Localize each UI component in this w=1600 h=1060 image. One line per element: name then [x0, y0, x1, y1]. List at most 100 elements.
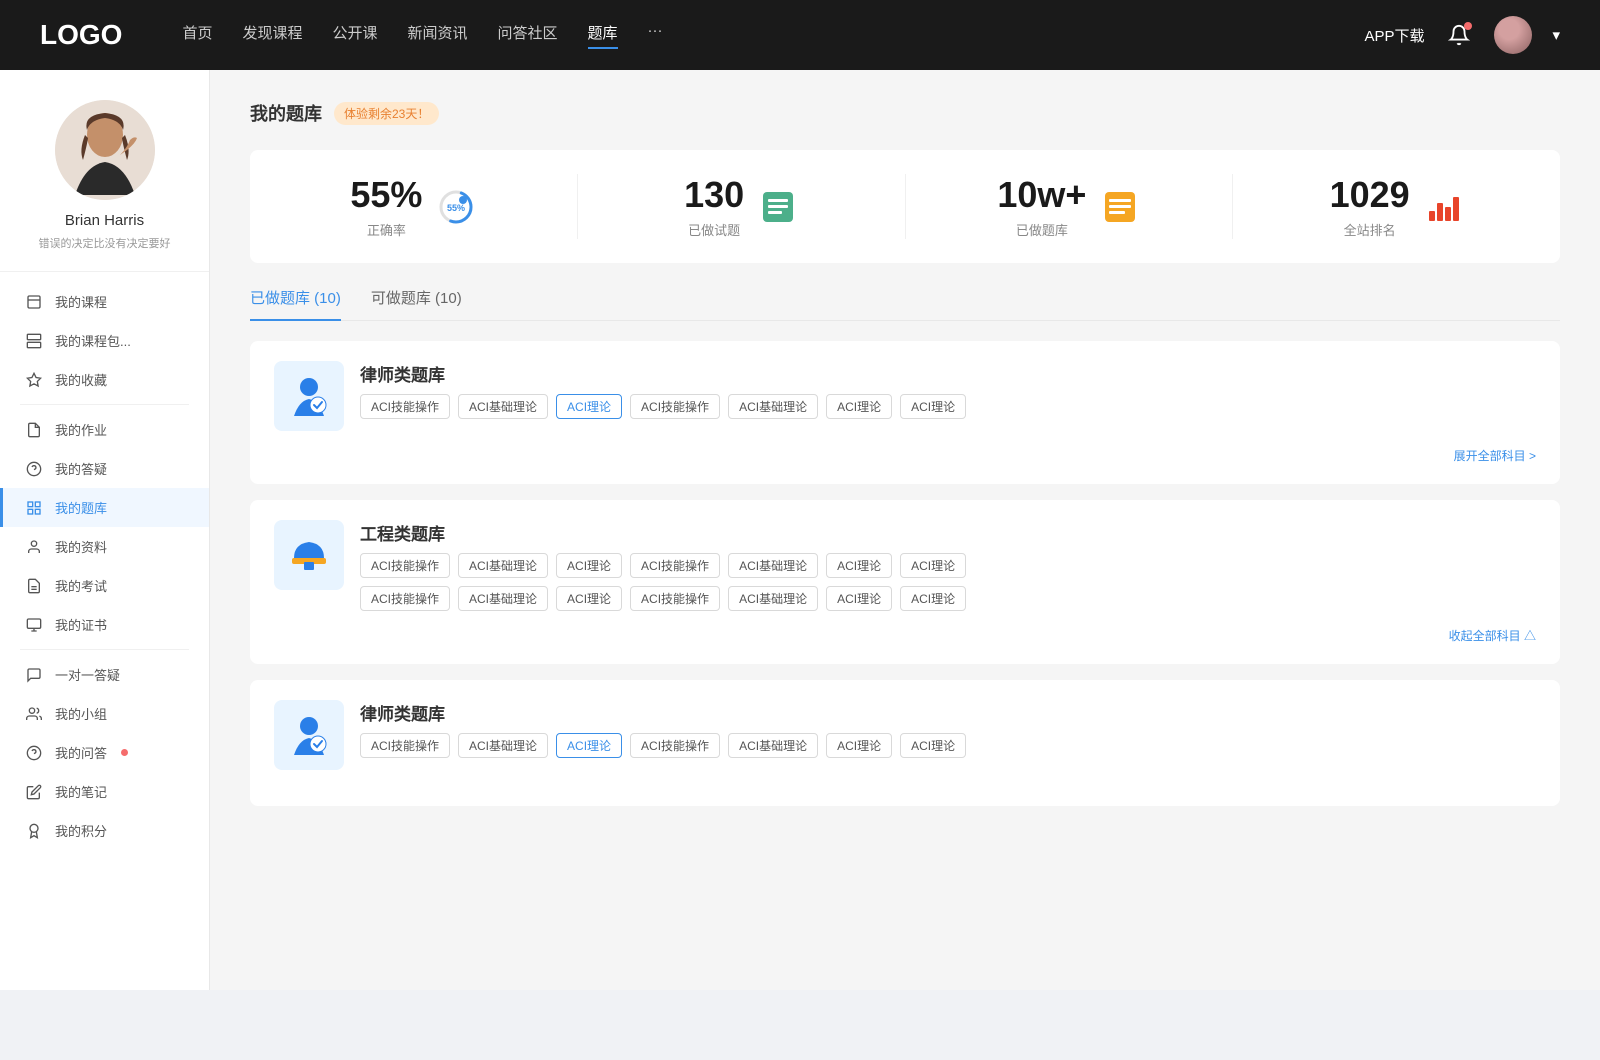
- sidebar-item-courses[interactable]: 我的课程: [0, 282, 209, 321]
- expand-btn-lawyer[interactable]: 展开全部科目 >: [274, 447, 1536, 464]
- sidebar-item-cert[interactable]: 我的证书: [0, 605, 209, 644]
- sidebar-item-favorites[interactable]: 我的收藏: [0, 360, 209, 399]
- main-content: 我的题库 体验剩余23天！ 55% 正确率 55%: [210, 70, 1600, 990]
- tag-lawyer-2[interactable]: ACI理论: [556, 394, 622, 419]
- tag-eng2-4[interactable]: ACI基础理论: [728, 586, 818, 611]
- nav-home[interactable]: 首页: [182, 22, 212, 49]
- qbank-header-engineer: 工程类题库 ACI技能操作 ACI基础理论 ACI理论 ACI技能操作 ACI基…: [274, 520, 1536, 611]
- tags-row-engineer-2: ACI技能操作 ACI基础理论 ACI理论 ACI技能操作 ACI基础理论 AC…: [360, 586, 1536, 611]
- tab-done[interactable]: 已做题库 (10): [250, 287, 341, 320]
- tag-lawyer-3[interactable]: ACI技能操作: [630, 394, 720, 419]
- qbank-title-lawyer: 律师类题库: [360, 361, 1536, 386]
- tag-lawyer2-2[interactable]: ACI理论: [556, 733, 622, 758]
- user-motto: 错误的决定比没有决定要好: [20, 235, 189, 251]
- sidebar-item-group[interactable]: 我的小组: [0, 694, 209, 733]
- stat-done-banks: 10w+ 已做题库: [906, 174, 1234, 239]
- sidebar-item-homework[interactable]: 我的作业: [0, 410, 209, 449]
- tag-eng2-5[interactable]: ACI理论: [826, 586, 892, 611]
- sidebar-item-exam[interactable]: 我的考试: [0, 566, 209, 605]
- nav-open-course[interactable]: 公开课: [332, 22, 377, 49]
- qbank-header-lawyer2: 律师类题库 ACI技能操作 ACI基础理论 ACI理论 ACI技能操作 ACI基…: [274, 700, 1536, 770]
- collapse-btn-engineer[interactable]: 收起全部科目 △: [274, 627, 1536, 644]
- qbank-icon-lawyer: [274, 361, 344, 431]
- stat-accuracy: 55% 正确率 55%: [250, 174, 578, 239]
- tag-lawyer2-4[interactable]: ACI基础理论: [728, 733, 818, 758]
- tag-lawyer2-3[interactable]: ACI技能操作: [630, 733, 720, 758]
- tag-lawyer-1[interactable]: ACI基础理论: [458, 394, 548, 419]
- qbank-item-engineer: 工程类题库 ACI技能操作 ACI基础理论 ACI理论 ACI技能操作 ACI基…: [250, 500, 1560, 664]
- qbank-header-lawyer: 律师类题库 ACI技能操作 ACI基础理论 ACI理论 ACI技能操作 ACI基…: [274, 361, 1536, 431]
- questions-icon: [758, 187, 798, 227]
- sidebar-item-qbank[interactable]: 我的题库: [0, 488, 209, 527]
- tag-eng-6[interactable]: ACI理论: [900, 553, 966, 578]
- accuracy-label: 正确率: [350, 220, 422, 239]
- tag-lawyer-6[interactable]: ACI理论: [900, 394, 966, 419]
- tag-eng2-3[interactable]: ACI技能操作: [630, 586, 720, 611]
- doc-icon: [25, 421, 43, 439]
- tag-lawyer-0[interactable]: ACI技能操作: [360, 394, 450, 419]
- tag-eng-3[interactable]: ACI技能操作: [630, 553, 720, 578]
- tag-eng2-0[interactable]: ACI技能操作: [360, 586, 450, 611]
- star-icon: [25, 371, 43, 389]
- chat-icon: [25, 666, 43, 684]
- sidebar-item-notes[interactable]: 我的笔记: [0, 772, 209, 811]
- tag-lawyer2-0[interactable]: ACI技能操作: [360, 733, 450, 758]
- nav-news[interactable]: 新闻资讯: [408, 22, 468, 49]
- tag-eng-2[interactable]: ACI理论: [556, 553, 622, 578]
- cert-icon: [25, 616, 43, 634]
- done-questions-label: 已做试题: [684, 220, 744, 239]
- tag-lawyer-5[interactable]: ACI理论: [826, 394, 892, 419]
- user-avatar-nav[interactable]: [1494, 16, 1532, 54]
- qbank-title-engineer: 工程类题库: [360, 520, 1536, 545]
- sidebar-homework-label: 我的作业: [55, 420, 107, 439]
- tabs: 已做题库 (10) 可做题库 (10): [250, 287, 1560, 321]
- nav-courses[interactable]: 发现课程: [242, 22, 302, 49]
- sidebar-item-questions[interactable]: 我的答疑: [0, 449, 209, 488]
- navbar-right: APP下载 ▾: [1364, 16, 1560, 54]
- accuracy-icon: 55%: [436, 187, 476, 227]
- app-download[interactable]: APP下载: [1364, 25, 1424, 46]
- sidebar-item-points[interactable]: 我的积分: [0, 811, 209, 850]
- sidebar-item-tutor[interactable]: 一对一答疑: [0, 655, 209, 694]
- nav-qa[interactable]: 问答社区: [498, 22, 558, 49]
- file-icon: [25, 293, 43, 311]
- score-icon: [25, 822, 43, 840]
- sidebar-item-profile[interactable]: 我的资料: [0, 527, 209, 566]
- tag-eng2-1[interactable]: ACI基础理论: [458, 586, 548, 611]
- tag-eng2-2[interactable]: ACI理论: [556, 586, 622, 611]
- sidebar-menu: 我的课程 我的课程包... 我的收藏 我的作业: [0, 272, 209, 860]
- tags-row-lawyer: ACI技能操作 ACI基础理论 ACI理论 ACI技能操作 ACI基础理论 AC…: [360, 394, 1536, 419]
- tab-available[interactable]: 可做题库 (10): [371, 287, 462, 320]
- user-dropdown-arrow[interactable]: ▾: [1552, 26, 1560, 44]
- stat-rank: 1029 全站排名: [1233, 174, 1560, 239]
- rank-value: 1029: [1330, 174, 1410, 216]
- tag-lawyer2-5[interactable]: ACI理论: [826, 733, 892, 758]
- divider-1: [20, 404, 189, 405]
- notification-bell[interactable]: [1444, 20, 1474, 50]
- tag-lawyer-4[interactable]: ACI基础理论: [728, 394, 818, 419]
- sidebar-exam-label: 我的考试: [55, 576, 107, 595]
- tag-eng-4[interactable]: ACI基础理论: [728, 553, 818, 578]
- tag-lawyer2-6[interactable]: ACI理论: [900, 733, 966, 758]
- nav-qbank[interactable]: 题库: [588, 22, 618, 49]
- tag-lawyer2-1[interactable]: ACI基础理论: [458, 733, 548, 758]
- tag-eng-1[interactable]: ACI基础理论: [458, 553, 548, 578]
- tag-eng-5[interactable]: ACI理论: [826, 553, 892, 578]
- sidebar-profile-label: 我的资料: [55, 537, 107, 556]
- sidebar-group-label: 我的小组: [55, 704, 107, 723]
- note-icon: [25, 783, 43, 801]
- bar-icon: [25, 332, 43, 350]
- nav-more[interactable]: ···: [648, 22, 663, 49]
- sidebar-cert-label: 我的证书: [55, 615, 107, 634]
- sidebar-points-label: 我的积分: [55, 821, 107, 840]
- sidebar-coursepack-label: 我的课程包...: [55, 331, 131, 350]
- sidebar-tutor-label: 一对一答疑: [55, 665, 120, 684]
- user-icon: [25, 538, 43, 556]
- sidebar-qa-label: 我的答疑: [55, 459, 107, 478]
- tag-eng-0[interactable]: ACI技能操作: [360, 553, 450, 578]
- trial-badge: 体验剩余23天！: [334, 102, 439, 125]
- stats-bar: 55% 正确率 55% 130 已做试题: [250, 150, 1560, 263]
- sidebar-item-course-pack[interactable]: 我的课程包...: [0, 321, 209, 360]
- sidebar-item-myqa[interactable]: 我的问答: [0, 733, 209, 772]
- tag-eng2-6[interactable]: ACI理论: [900, 586, 966, 611]
